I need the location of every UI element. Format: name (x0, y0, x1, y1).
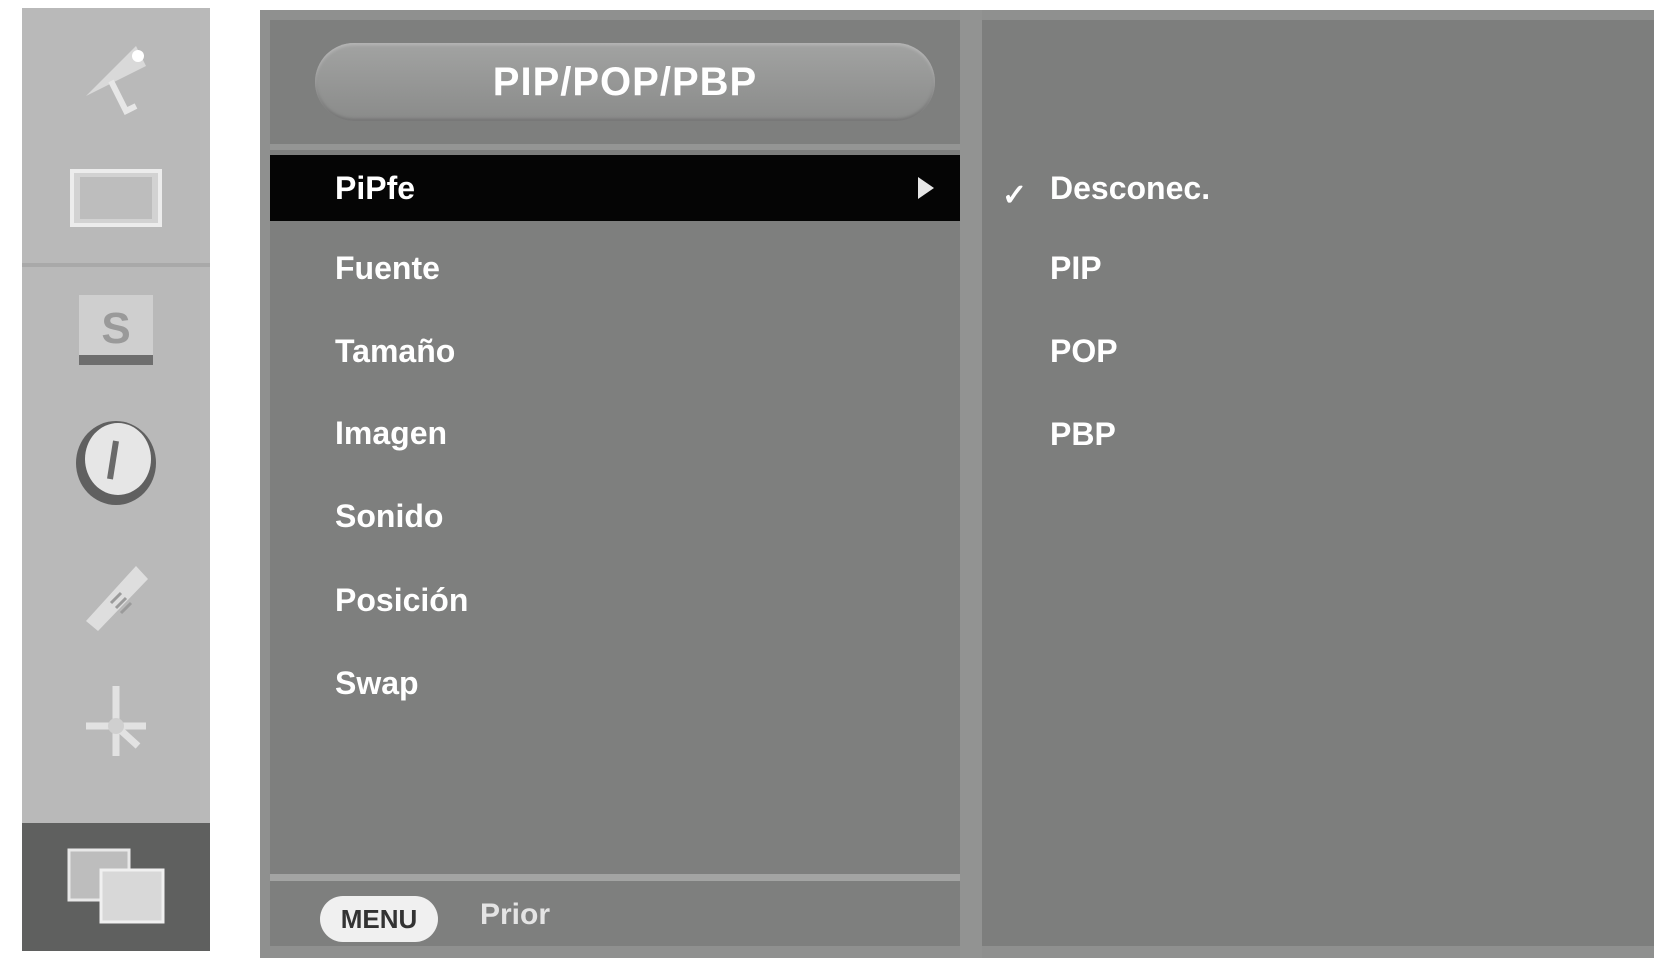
menu-item-swap[interactable]: Swap (270, 650, 960, 716)
menu-item-fuente[interactable]: Fuente (270, 235, 960, 301)
arrow-right-icon (918, 177, 934, 199)
satellite-antenna-icon[interactable] (22, 16, 210, 136)
svg-text:S: S (101, 304, 130, 353)
menu-item-posicion[interactable]: Posición (270, 567, 960, 633)
check-icon: ✓ (1002, 179, 1028, 212)
menu-button[interactable]: MENU (320, 896, 438, 942)
menu-item-label: Imagen (335, 414, 448, 451)
osd-panel: PIP/POP/PBP PiPfe Fuente Tamaño Imagen S… (260, 10, 1654, 958)
menu-item-label: PiPfe (335, 169, 416, 206)
icon-sidebar: S (22, 8, 210, 951)
pip-icon[interactable] (22, 823, 210, 951)
picture-icon[interactable] (22, 138, 210, 258)
option-pip[interactable]: PIP (1050, 250, 1102, 287)
sound-icon[interactable]: S (22, 270, 210, 390)
menu-item-label: Sonido (335, 497, 444, 534)
menu-item-imagen[interactable]: Imagen (270, 400, 960, 466)
option-desconec[interactable]: Desconec. (1050, 170, 1210, 207)
title-divider (270, 144, 960, 150)
menu-item-tamano[interactable]: Tamaño (270, 318, 960, 384)
menu-item-label: Fuente (335, 249, 440, 286)
menu-item-sonido[interactable]: Sonido (270, 483, 960, 549)
pane-divider (960, 10, 982, 958)
option-pop[interactable]: POP (1050, 333, 1118, 370)
menu-item-label: Posición (335, 581, 469, 618)
menu-item-label: Swap (335, 664, 419, 701)
submenu-pane (982, 20, 1654, 946)
menu-item-pipfe[interactable]: PiPfe (270, 155, 960, 221)
clock-icon[interactable] (22, 398, 210, 523)
option-pbp[interactable]: PBP (1050, 416, 1116, 453)
footer-divider (270, 874, 960, 881)
tools-icon[interactable] (22, 528, 210, 653)
menu-item-label: Tamaño (335, 332, 456, 369)
dpm-icon[interactable] (22, 658, 210, 783)
footer-action-label: Prior (480, 898, 551, 931)
menu-title: PIP/POP/PBP (315, 43, 935, 121)
